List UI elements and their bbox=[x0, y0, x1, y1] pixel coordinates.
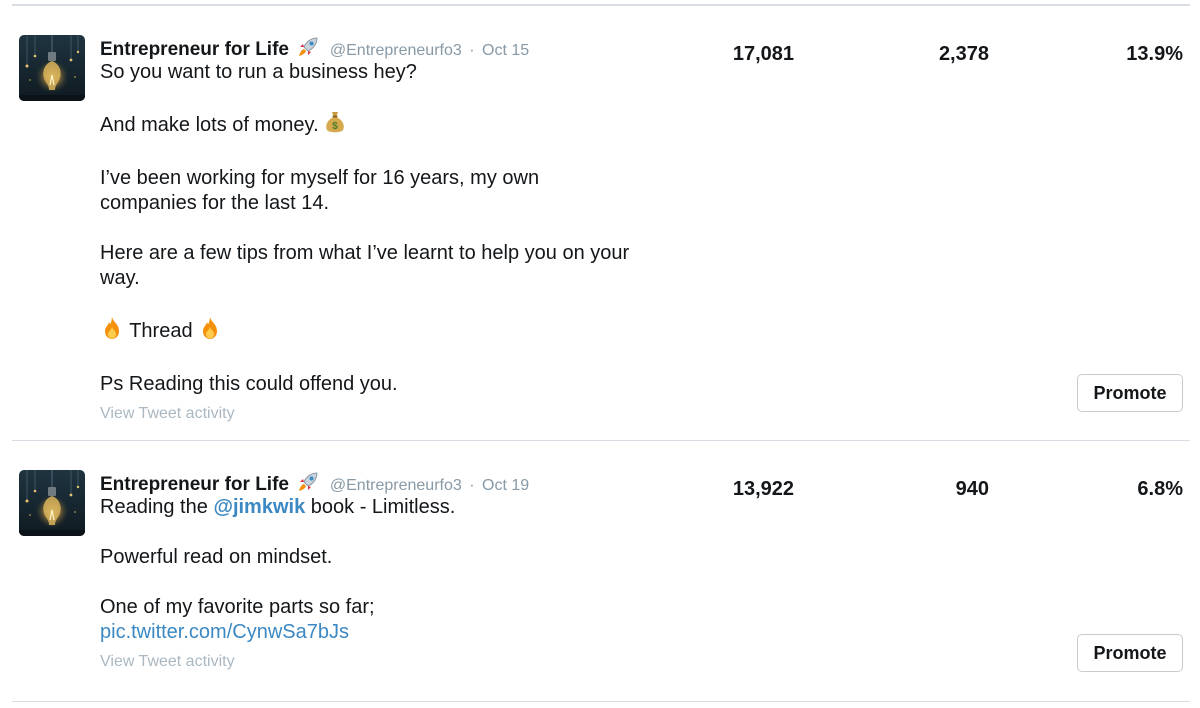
paragraph-text: And make lots of money. bbox=[100, 114, 319, 136]
author-handle[interactable]: @Entrepreneurfo3 bbox=[330, 42, 462, 59]
tweet-paragraph: I’ve been working for myself for 16 year… bbox=[100, 167, 540, 214]
paragraph-text: Thread bbox=[129, 320, 193, 342]
tweet-date[interactable]: Oct 19 bbox=[482, 477, 529, 494]
tweet-content: Entrepreneur for Life @Entrepreneurfo3 ·… bbox=[100, 471, 660, 672]
engagements-value: 2,378 bbox=[938, 43, 989, 65]
tweet-paragraph: Powerful read on mindset. bbox=[100, 546, 333, 568]
paragraph-text: One of my favorite parts so far; bbox=[100, 596, 375, 618]
row-divider bbox=[12, 701, 1190, 702]
engagement-rate-value: 13.9% bbox=[1126, 43, 1183, 65]
paragraph-text: Reading the bbox=[100, 496, 208, 518]
separator-dot: · bbox=[469, 477, 475, 494]
author-name[interactable]: Entrepreneur for Life bbox=[100, 39, 289, 60]
tweet-paragraph: One of my favorite parts so far; pic.twit… bbox=[100, 595, 660, 645]
tweet-paragraph: Here are a few tips from what I’ve learn… bbox=[100, 242, 630, 289]
impressions-value: 13,922 bbox=[732, 478, 794, 500]
tweet-paragraph: Reading the @jimkwik book - Limitless. bbox=[100, 495, 660, 520]
tweet-date[interactable]: Oct 15 bbox=[482, 42, 529, 59]
impressions-value: 17,081 bbox=[732, 43, 794, 65]
paragraph-text: book - Limitless. bbox=[310, 496, 456, 518]
lightbulb-avatar-icon bbox=[19, 35, 85, 101]
tweet-text: So you want to run a business hey? And m… bbox=[100, 60, 660, 397]
tweet-text: Reading the @jimkwik book - Limitless. P… bbox=[100, 495, 660, 645]
avatar[interactable] bbox=[19, 470, 85, 536]
fire-icon bbox=[100, 316, 124, 347]
fire-icon bbox=[198, 316, 222, 347]
tweet-header: Entrepreneur for Life @Entrepreneurfo3 ·… bbox=[100, 36, 660, 60]
money-bag-icon: $ bbox=[324, 110, 346, 141]
view-tweet-activity-link[interactable]: View Tweet activity bbox=[100, 404, 660, 424]
tweet-header: Entrepreneur for Life @Entrepreneurfo3 ·… bbox=[100, 471, 660, 495]
author-name[interactable]: Entrepreneur for Life bbox=[100, 474, 289, 495]
tweet-paragraph: Thread bbox=[100, 316, 660, 347]
avatar[interactable] bbox=[19, 35, 85, 101]
engagement-rate-value: 6.8% bbox=[1137, 478, 1183, 500]
media-link[interactable]: pic.twitter.com/CynwSa7bJs bbox=[100, 621, 349, 643]
mention-link[interactable]: @jimkwik bbox=[213, 496, 305, 518]
view-tweet-activity-link[interactable]: View Tweet activity bbox=[100, 652, 660, 672]
promote-button[interactable]: Promote bbox=[1077, 374, 1183, 412]
engagements-value: 940 bbox=[955, 478, 989, 500]
tweet-row: Entrepreneur for Life @Entrepreneurfo3 ·… bbox=[0, 6, 1200, 440]
tweet-paragraph: And make lots of money. $ bbox=[100, 110, 660, 141]
promote-button[interactable]: Promote bbox=[1077, 634, 1183, 672]
lightbulb-avatar-icon bbox=[19, 470, 85, 536]
separator-dot: · bbox=[469, 42, 475, 59]
author-handle[interactable]: @Entrepreneurfo3 bbox=[330, 477, 462, 494]
tweet-paragraph: So you want to run a business hey? bbox=[100, 61, 417, 83]
tweet-content: Entrepreneur for Life @Entrepreneurfo3 ·… bbox=[100, 36, 660, 424]
tweet-row: Entrepreneur for Life @Entrepreneurfo3 ·… bbox=[0, 441, 1200, 701]
tweet-paragraph: Ps Reading this could offend you. bbox=[100, 373, 398, 395]
svg-text:$: $ bbox=[332, 121, 338, 132]
